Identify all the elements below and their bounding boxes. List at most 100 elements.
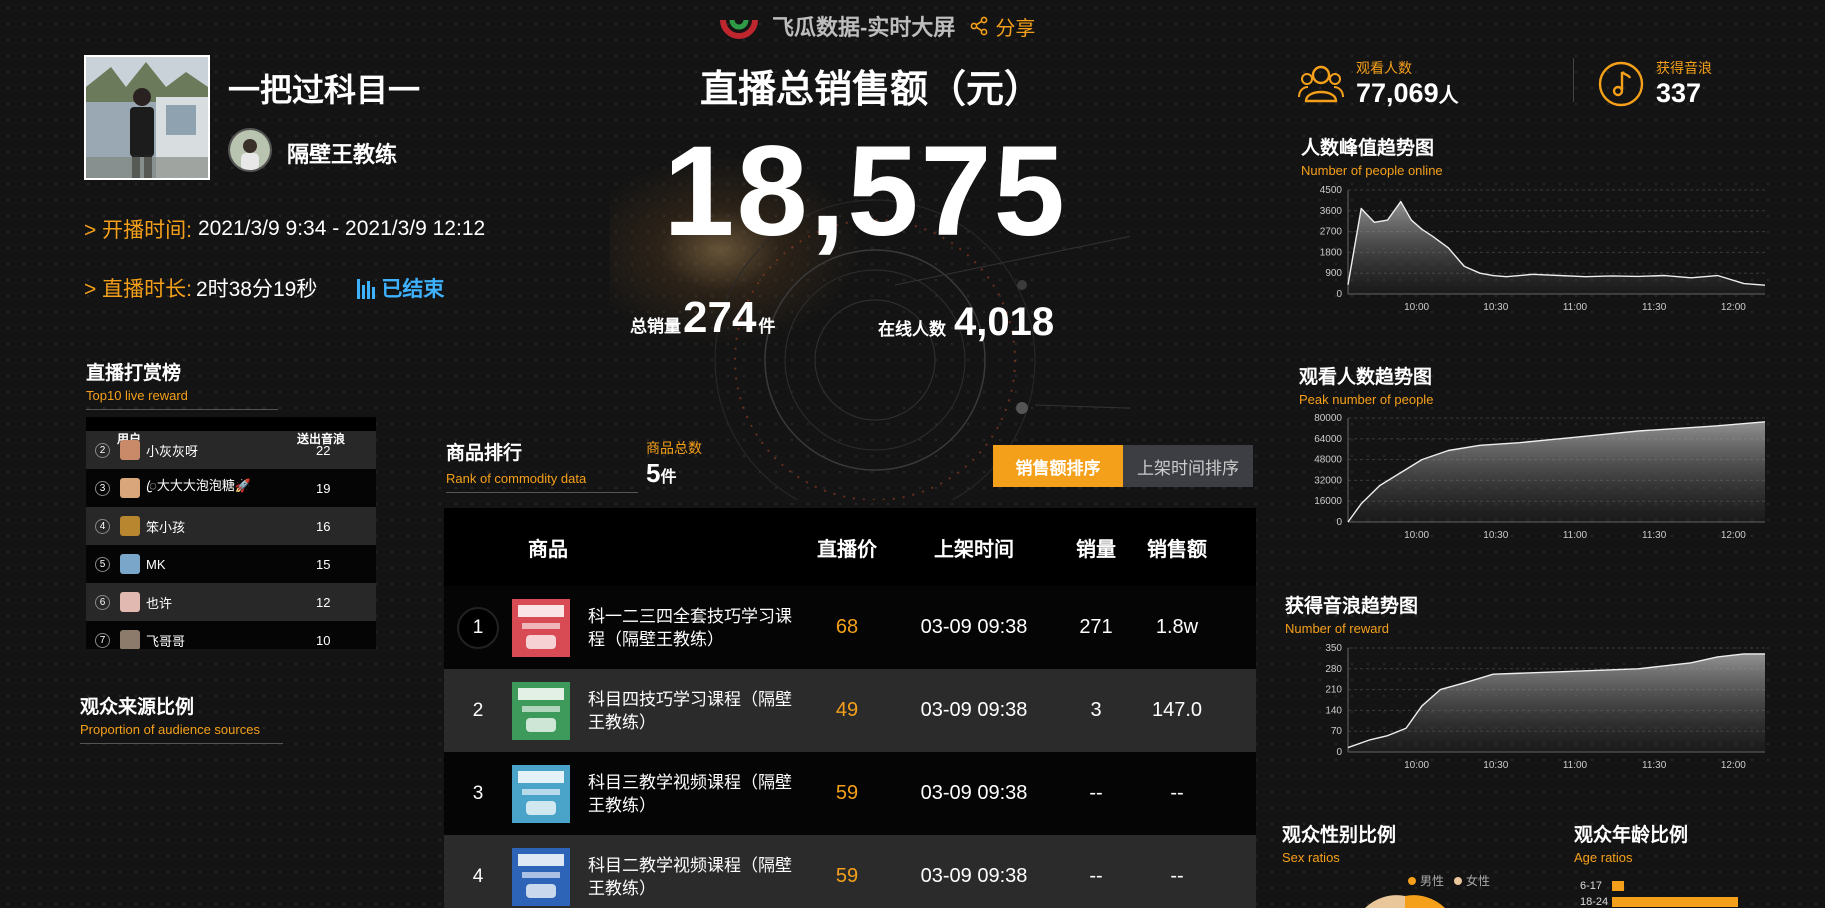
viewers-label: 观看人数 [1356,60,1412,76]
reward-value: 10 [316,632,331,648]
chart-viewers-title: 观看人数趋势图 [1299,367,1433,388]
total-qty-value: 274 [683,293,757,342]
y-tick-label: 48000 [1314,455,1342,466]
x-tick-label: 11:00 [1563,530,1588,541]
reward-user-name: 飞哥哥 [146,633,186,649]
start-time-row: > 开播时间: 2021/3/9 9:34 - 2021/3/9 12:12 [84,214,485,244]
reward-subtitle: Top10 live reward [86,388,188,403]
reward-rank: 3 [95,480,110,496]
legend-male[interactable]: 男性 [1408,872,1444,889]
goods-row[interactable]: 2 科目四技巧学习课程（隔壁王教练） 49 03-09 09:38 3 147.0 [444,669,1256,752]
share-button[interactable]: 分享 [969,12,1035,41]
goods-qty: 3 [1090,699,1102,721]
duration-row: > 直播时长: 2时38分19秒 已结束 [84,273,444,303]
goods-name[interactable]: 科一二三四全套技巧学习课程（隔壁王教练） [570,605,806,651]
audience-source-subtitle: Proportion of audience sources [80,722,260,737]
top-bar: 飞瓜数据-实时大屏 分享 [720,8,1035,44]
age-title: 观众年龄比例 [1574,825,1689,846]
total-qty-label: 总销量 [630,317,681,336]
chart-reward-title: 获得音浪趋势图 [1285,596,1419,617]
tab-sort-by-time[interactable]: 上架时间排序 [1123,445,1253,487]
reward-row[interactable]: 7 飞哥哥 10 [86,621,376,649]
chart-online-title: 人数峰值趋势图 [1301,138,1435,159]
x-tick-label: 10:30 [1483,530,1508,541]
reward-value: 15 [316,556,331,572]
reward-row[interactable]: 4 笨小孩 16 [86,507,376,545]
goods-name[interactable]: 科目四技巧学习课程（隔壁王教练） [570,688,806,734]
reward-rank: 5 [95,556,110,572]
y-tick-label: 280 [1325,664,1342,675]
reward-row[interactable]: 5 MK 15 [86,545,376,583]
goods-name[interactable]: 科目三教学视频课程（隔壁王教练） [570,771,806,817]
x-tick-label: 10:00 [1404,530,1429,541]
legend-female[interactable]: 女性 [1454,872,1490,889]
reward-value: 22 [316,442,331,458]
viewers-stat: 观看人数 77,069人 [1298,58,1459,109]
y-tick-label: 3600 [1320,206,1343,217]
y-tick-label: 0 [1336,747,1342,758]
goods-table: 商品 直播价 上架时间 销量 销售额 1 科一二三四全套技巧学习课程（隔壁王教练）… [444,508,1256,908]
gender-legend: 男性 女性 [1408,872,1490,889]
reward-row[interactable]: 6 也许 12 [86,583,376,621]
duration-label: > 直播时长: [84,278,192,301]
y-tick-label: 0 [1336,289,1342,300]
total-qty: 总销量 274 件 [630,293,775,343]
y-tick-label: 900 [1325,268,1342,279]
reward-value: 16 [316,518,331,534]
goods-thumbnail[interactable] [512,598,570,657]
reward-row[interactable]: 3ꦿ大大大泡泡糖🚀 19 [86,469,376,507]
x-tick-label: 10:30 [1483,302,1508,313]
y-tick-label: 210 [1325,685,1342,696]
x-tick-label: 11:00 [1563,760,1588,771]
tab-sort-by-sales[interactable]: 销售额排序 [993,445,1123,487]
goods-amount: -- [1170,865,1184,887]
goods-rank: 4 [472,865,484,887]
reward-rank: 6 [95,594,110,610]
y-tick-label: 140 [1325,705,1342,716]
goods-listed-time: 03-09 09:38 [920,865,1028,887]
y-tick-label: 350 [1325,643,1342,654]
x-tick-label: 10:00 [1404,302,1429,313]
equalizer-icon [357,279,376,299]
y-tick-label: 2700 [1320,227,1343,238]
y-tick-label: 4500 [1320,185,1343,196]
x-tick-label: 11:30 [1642,302,1667,313]
goods-row[interactable]: 1 科一二三四全套技巧学习课程（隔壁王教练） 68 03-09 09:38 271 1.8… [444,586,1256,669]
x-tick-label: 11:30 [1642,760,1667,771]
goods-thumbnail[interactable] [512,764,570,823]
host-avatar[interactable] [228,128,272,172]
reward-rank: 7 [95,632,110,648]
audience-source-heading: 观众来源比例 Proportion of audience sources [80,692,283,744]
reward-title: 直播打赏榜 [86,363,182,384]
goods-thumbnail[interactable] [512,847,570,906]
host-name: 隔壁王教练 [287,142,398,167]
age-bars: 6-17 18-24 [1580,878,1738,908]
chart-online-heading: 人数峰值趋势图 Number of people online [1301,133,1443,178]
goods-name[interactable]: 科目二教学视频课程（隔壁王教练） [570,854,806,900]
chart-online-people: 0 900 1800 2700 3600 4500 10:00 10:30 11:00 11:30… [1320,185,1766,313]
y-tick-label: 32000 [1314,475,1342,486]
goods-thumbnail[interactable] [512,681,570,740]
goods-row[interactable]: 4 科目二教学视频课程（隔壁王教练） 59 03-09 09:38 -- -- [444,835,1256,908]
goods-section-heading: 商品排行 Rank of commodity data [446,438,638,493]
viewers-value: 77,069 [1356,78,1439,108]
sound-label: 获得音浪 [1656,60,1712,76]
goods-qty: -- [1089,782,1103,804]
goods-subtitle: Rank of commodity data [446,471,587,486]
goods-count: 商品总数 5件 [646,438,702,489]
age-row: 18-24 [1580,894,1738,908]
goods-amount: -- [1170,782,1184,804]
goods-listed-time: 03-09 09:38 [920,782,1028,804]
x-tick-label: 11:00 [1563,302,1588,313]
goods-qty: 271 [1079,616,1113,638]
age-heading: 观众年龄比例 Age ratios [1574,820,1688,865]
total-qty-unit: 件 [758,317,776,336]
y-tick-label: 70 [1331,726,1343,737]
goods-price: 59 [835,782,859,804]
online-value: 4,018 [954,300,1055,344]
y-tick-label: 64000 [1314,434,1342,445]
reward-table[interactable]: 用户 送出音浪 2 小灰灰呀 22 3ꦿ大大大泡泡糖🚀 19 4 笨小孩 16 5 MK 15 6 也许… [86,417,376,649]
goods-count-unit: 件 [660,469,677,486]
goods-rank: 1 [457,606,499,649]
goods-row[interactable]: 3 科目三教学视频课程（隔壁王教练） 59 03-09 09:38 -- -- [444,752,1256,835]
